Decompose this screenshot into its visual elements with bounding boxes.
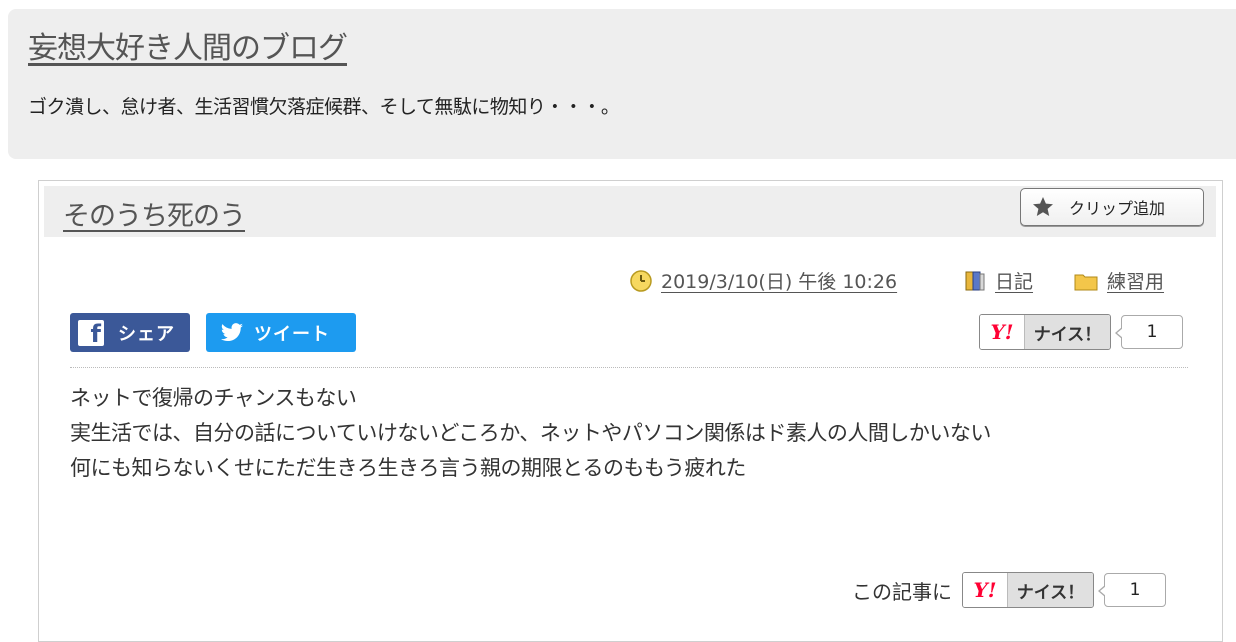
twitter-tweet-label: ツイート	[254, 323, 330, 345]
nice-label: ナイス！	[1008, 573, 1093, 607]
facebook-share-button[interactable]: f シェア	[70, 313, 190, 352]
nice-label: ナイス！	[1025, 315, 1110, 349]
blog-header: 妄想大好き人間のブログ ゴク潰し、怠け者、生活習慣欠落症候群、そして無駄に物知り…	[8, 9, 1236, 159]
nice-widget-bottom: この記事に Y! ナイス！ 1	[852, 572, 1166, 608]
article-date: 2019/3/10(日) 午後 10:26	[629, 267, 897, 294]
article-folder-link[interactable]: 練習用	[1107, 267, 1164, 294]
folder-icon	[1074, 274, 1098, 290]
twitter-bird-icon	[221, 322, 243, 341]
article-body-line: 何にも知らないくせにただ生きろ生きろ言う親の期限とるのももう疲れた	[70, 456, 746, 480]
facebook-share-label: シェア	[118, 323, 175, 345]
nice-button-top[interactable]: Y! ナイス！	[979, 314, 1111, 350]
blog-title-link[interactable]: 妄想大好き人間のブログ	[28, 23, 348, 67]
star-icon	[1033, 197, 1053, 216]
yahoo-logo-icon: Y!	[963, 573, 1008, 607]
article: そのうち死のう クリップ追加 2019/3/10(日) 午後 10:26 日記 …	[38, 180, 1223, 642]
clip-add-button[interactable]: クリップ追加	[1020, 188, 1204, 226]
article-date-link[interactable]: 2019/3/10(日) 午後 10:26	[661, 267, 897, 294]
clock-icon	[630, 269, 652, 292]
article-body: ネットで復帰のチャンスもない 実生活では、自分の話についていけないどころか、ネッ…	[70, 381, 991, 486]
twitter-tweet-button[interactable]: ツイート	[206, 313, 356, 352]
article-category: 日記	[963, 267, 1033, 294]
yahoo-logo-icon: Y!	[980, 315, 1025, 349]
article-category-link[interactable]: 日記	[995, 267, 1033, 294]
clip-add-label: クリップ追加	[1069, 199, 1166, 218]
nice-count-bottom: 1	[1098, 573, 1166, 607]
article-body-line: 実生活では、自分の話についていけないどころか、ネットやパソコン関係はド素人の人間…	[70, 421, 991, 445]
facebook-icon: f	[78, 319, 104, 346]
article-title-link[interactable]: そのうち死のう	[63, 194, 246, 233]
book-icon	[965, 271, 985, 290]
nice-count-top: 1	[1115, 315, 1183, 349]
article-body-line: ネットで復帰のチャンスもない	[70, 386, 357, 410]
divider	[70, 367, 1188, 368]
nice-widget-top: Y! ナイス！ 1	[979, 314, 1183, 350]
blog-description: ゴク潰し、怠け者、生活習慣欠落症候群、そして無駄に物知り・・・。	[28, 96, 620, 118]
article-title-bar: そのうち死のう クリップ追加	[44, 186, 1216, 237]
nice-button-bottom[interactable]: Y! ナイス！	[962, 572, 1094, 608]
nice-caption: この記事に	[852, 579, 952, 604]
article-folder: 練習用	[1073, 267, 1164, 294]
